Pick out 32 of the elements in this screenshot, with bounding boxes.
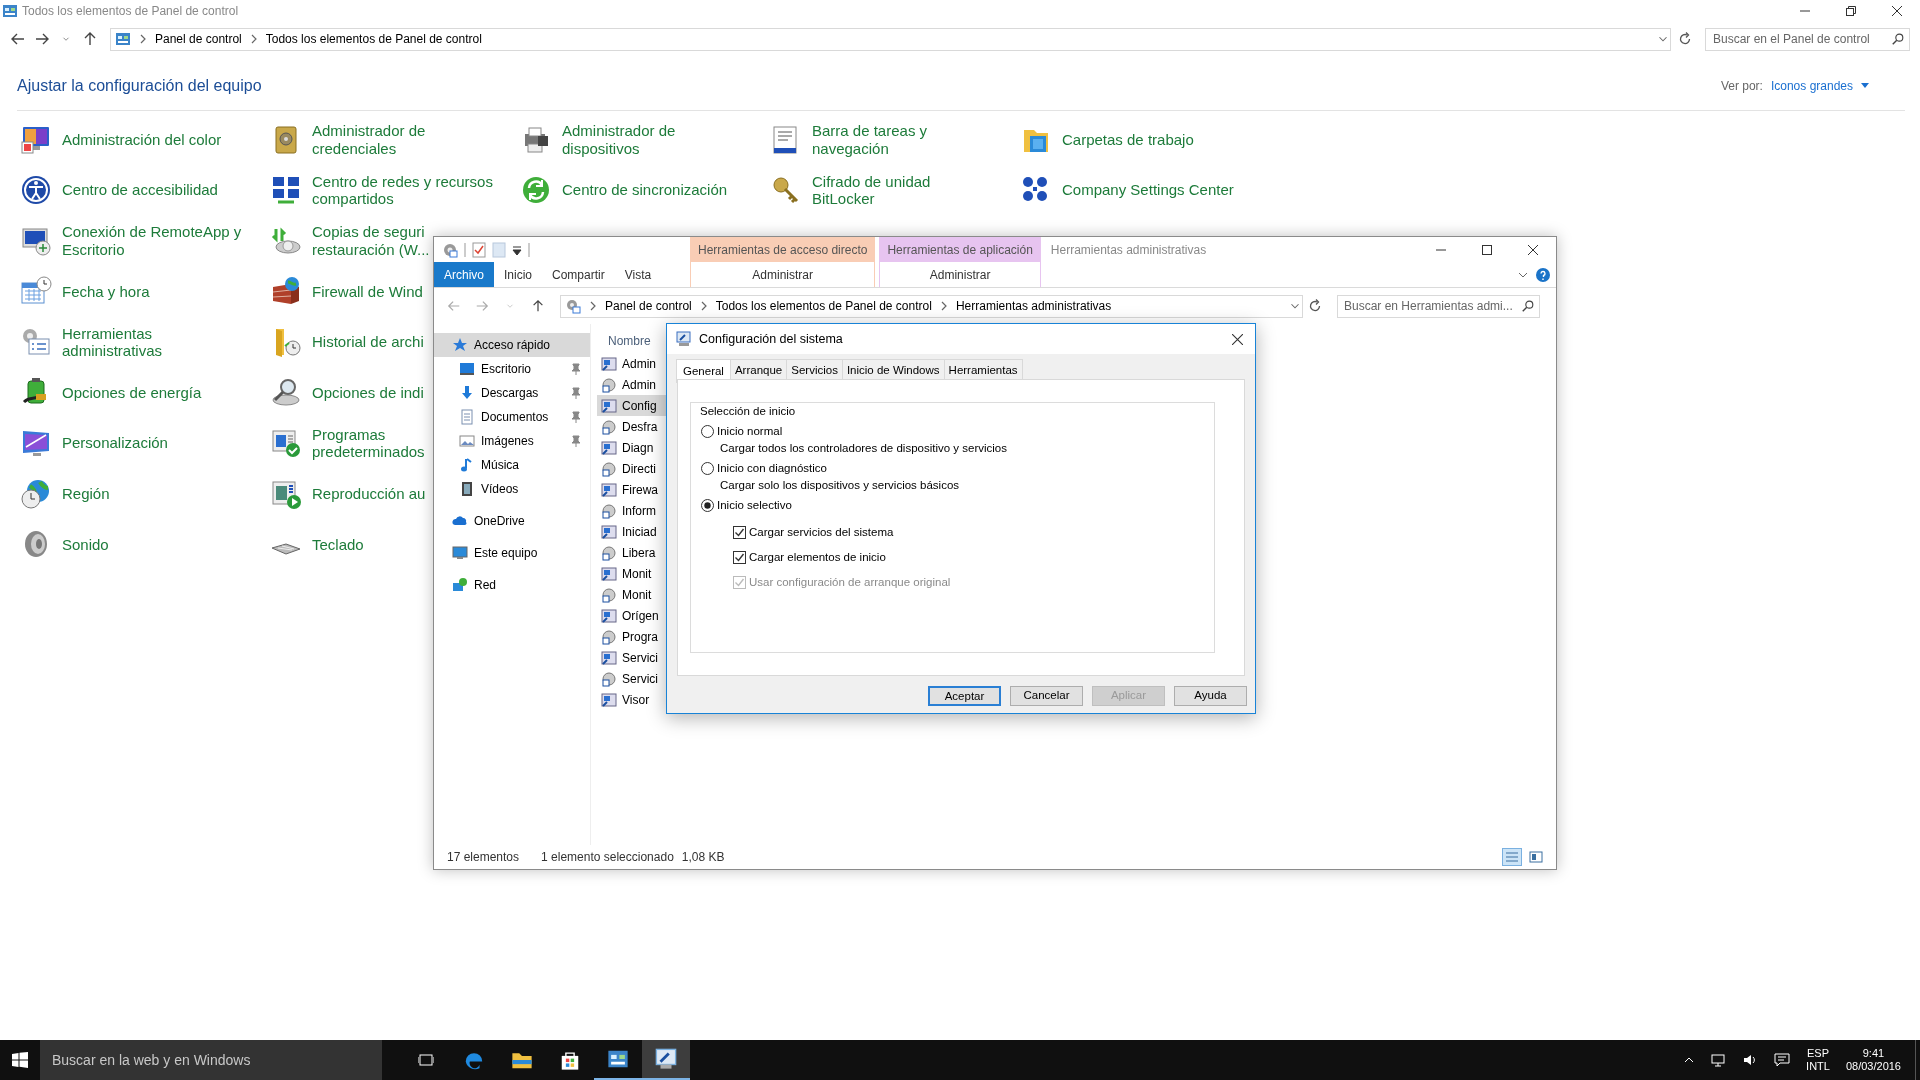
status-text: 17 elementos <box>447 849 520 866</box>
file-name: Firewa <box>622 481 658 499</box>
file-name: Admin <box>622 355 656 373</box>
window-title: Herramientas administrativas <box>1049 242 1207 259</box>
file-name: Servici <box>622 649 658 667</box>
file-name: Orígen <box>622 607 659 625</box>
context-tab-header: Herramientas de aplicación <box>879 237 1041 263</box>
file-name: Config <box>622 397 657 415</box>
file-name: Servici <box>622 670 658 688</box>
dialog-title: Configuración del sistema <box>699 330 843 348</box>
status-text: 1 elemento seleccionado <box>541 849 674 866</box>
file-name: Monit <box>622 565 652 583</box>
context-tab-header: Herramientas de acceso directo <box>690 237 876 263</box>
search-placeholder: Buscar en la web y en Windows <box>52 1050 251 1070</box>
file-name: Inform <box>622 502 656 520</box>
status-text: 1,08 KB <box>681 849 725 866</box>
search-placeholder: Buscar en Herramientas admi... <box>1344 298 1513 315</box>
search-placeholder: Buscar en el Panel de control <box>1713 31 1870 48</box>
page-heading: Ajustar la configuración del equipo <box>17 76 262 96</box>
option-description: Cargar solo los dispositivos y servicios básicos <box>719 478 961 494</box>
file-name: Diagn <box>622 439 654 457</box>
file-name: Monit <box>622 586 652 604</box>
file-name: Progra <box>622 628 659 646</box>
option-description: Cargar todos los controladores de dispositivo y servicios <box>719 441 1008 457</box>
file-name: Visor <box>622 691 650 709</box>
file-name: Iniciad <box>622 523 657 541</box>
file-name: Desfra <box>622 418 658 436</box>
view-label: Ver por: <box>1720 78 1763 95</box>
window-title: Todos los elementos de Panel de control <box>22 3 239 20</box>
file-name: Directi <box>622 460 656 478</box>
file-name: Admin <box>622 376 656 394</box>
file-name: Libera <box>622 544 656 562</box>
